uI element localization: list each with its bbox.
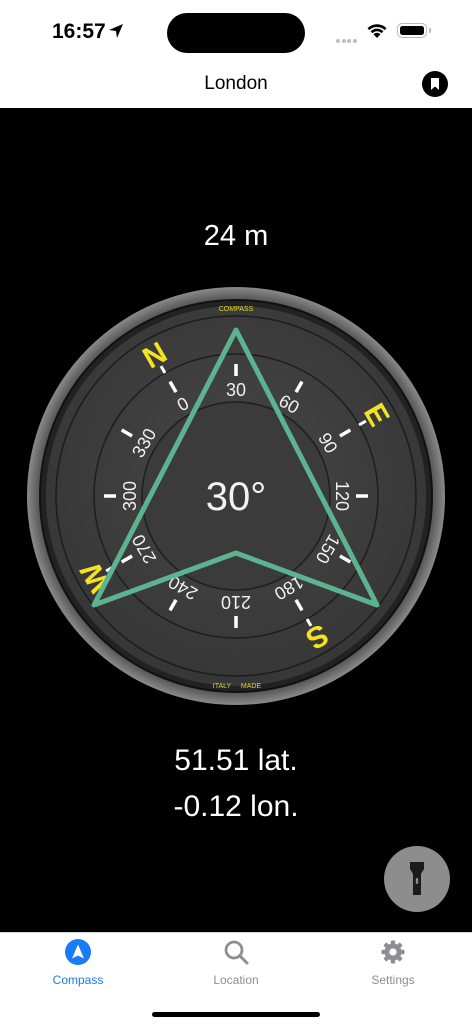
- home-indicator: [152, 1012, 320, 1017]
- brand-top-label: COMPASS: [219, 306, 254, 313]
- coordinates-readout: 51.51 lat. -0.12 lon.: [0, 738, 472, 830]
- brand-bottom-right-label: MADE: [241, 683, 262, 690]
- status-bar: 16:57: [0, 0, 472, 62]
- latitude-label: 51.51 lat.: [174, 744, 298, 777]
- tab-bar: Compass Location Settings: [0, 932, 472, 1024]
- degree-label: 300: [120, 481, 140, 511]
- degree-label: 210: [221, 592, 251, 612]
- gear-icon: [381, 940, 405, 964]
- flashlight-icon: [410, 862, 424, 895]
- tab-label-location: Location: [213, 973, 259, 987]
- heading-readout: 30°: [206, 475, 267, 519]
- wifi-icon: [367, 24, 387, 38]
- search-icon: [224, 940, 249, 965]
- bookmark-icon: [431, 78, 439, 90]
- bookmark-button[interactable]: [422, 71, 448, 97]
- tab-label-settings: Settings: [371, 973, 415, 987]
- navigation-bar: London: [0, 62, 472, 108]
- flashlight-button[interactable]: [384, 846, 450, 912]
- tab-settings[interactable]: Settings: [333, 939, 453, 987]
- dynamic-island: [167, 13, 305, 53]
- battery-icon: [397, 23, 431, 38]
- compass-screen: 24 m 0 30 60 90 120 150 180 210 240 270 300 330 NES…: [0, 108, 472, 932]
- degree-label: 30: [226, 380, 246, 400]
- longitude-label: -0.12 lon.: [173, 790, 299, 823]
- navigation-arrow-icon: [65, 939, 91, 965]
- status-time: 16:57: [52, 20, 106, 43]
- location-arrow-icon: [109, 24, 123, 38]
- tab-location[interactable]: Location: [176, 939, 296, 987]
- degree-label: 120: [332, 481, 352, 511]
- tab-label-compass: Compass: [52, 973, 104, 987]
- brand-bottom-left-label: ITALY: [213, 683, 232, 690]
- page-title: London: [204, 73, 268, 94]
- tab-compass[interactable]: Compass: [18, 939, 138, 987]
- cellular-signal-icon: [336, 30, 358, 43]
